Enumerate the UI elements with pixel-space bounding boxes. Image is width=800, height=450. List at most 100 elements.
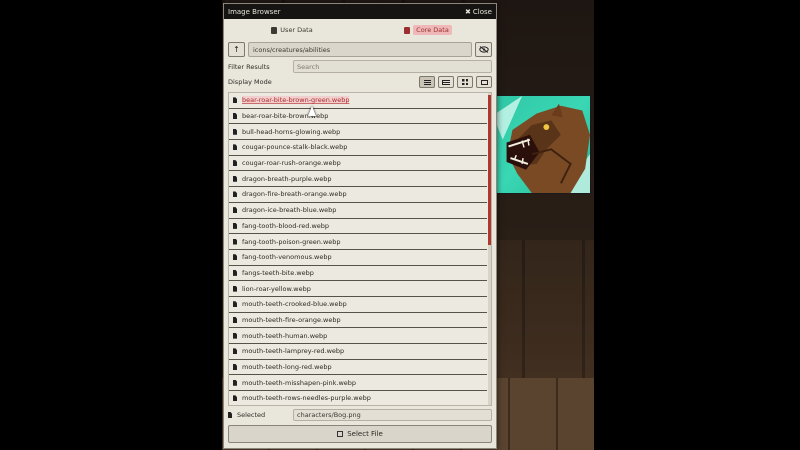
eye-slash-icon [478,46,489,53]
file-list-item[interactable]: fang-tooth-poison-green.webp [229,234,487,250]
file-icon [233,222,237,229]
file-list-item[interactable]: mouth-teeth-fire-orange.webp [229,313,487,329]
file-name: cougar-pounce-stalk-black.webp [242,143,348,152]
display-mode-lines-button[interactable] [419,76,435,88]
selected-row: Selected characters/Bog.png [228,409,492,421]
selected-label: Selected [237,411,266,419]
file-list[interactable]: bear-roar-bite-brown-green.webp bear-roar… [228,92,492,406]
file-list-item[interactable]: bear-roar-bite-brown.webp [229,109,487,125]
database-icon [271,26,278,34]
file-list-item[interactable]: bear-roar-bite-brown-green.webp [229,93,487,109]
save-icon [337,431,344,437]
display-mode-buttons [419,76,492,88]
file-name: mouth-teeth-misshapen-pink.webp [242,378,357,387]
file-name: fang-tooth-blood-red.webp [242,221,330,230]
lines-icon [423,79,431,85]
display-mode-list-button[interactable] [438,76,454,88]
file-name: mouth-teeth-human.webp [242,331,328,340]
image-preview [492,95,591,194]
file-list-item[interactable]: fangs-teeth-bite.webp [229,266,487,282]
file-list-item[interactable]: mouth-teeth-long-red.webp [229,360,487,376]
image-icon [480,79,488,85]
dialog-title: Image Browser [228,7,281,16]
file-list-item[interactable]: dragon-breath-purple.webp [229,171,487,188]
close-icon: ✖ [465,7,471,16]
file-name: mouth-teeth-crooked-blue.webp [242,300,347,309]
navigate-up-button[interactable]: ↑ [228,42,245,57]
path-row: ↑ icons/creatures/abilities [228,42,492,57]
file-list-item[interactable]: dragon-ice-breath-blue.webp [229,203,487,219]
selected-value: characters/Bog.png [293,409,492,421]
file-name: mouth-teeth-lamprey-red.webp [242,347,345,356]
bear-roar-preview-image [493,96,590,193]
dialog-titlebar: Image Browser ✖ Close [224,4,496,19]
file-list-item[interactable]: cougar-roar-rush-orange.webp [229,156,487,172]
file-icon [233,113,237,120]
file-name: fang-tooth-venomous.webp [242,253,332,262]
display-mode-label: Display Mode [228,78,272,86]
select-file-button[interactable]: Select File [228,425,492,443]
file-name: mouth-teeth-long-red.webp [242,363,332,372]
scrollbar-thumb[interactable] [488,95,491,245]
close-button[interactable]: ✖ Close [465,8,492,16]
file-icon [233,285,237,292]
file-icon [233,144,237,151]
file-icon [233,395,237,402]
file-icon [233,191,237,198]
search-input[interactable]: Search [293,60,492,73]
file-list-item[interactable]: mouth-teeth-misshapen-pink.webp [229,375,487,392]
file-list-item[interactable]: fang-tooth-blood-red.webp [229,219,487,235]
file-icon [233,160,237,167]
file-list-item[interactable]: fang-tooth-venomous.webp [229,250,487,266]
file-name: fang-tooth-poison-green.webp [242,237,341,246]
data-source-tabs: User Data Core Data [224,23,496,37]
file-name: cougar-roar-rush-orange.webp [242,159,341,168]
file-icon [233,238,237,245]
select-file-label: Select File [347,430,383,438]
file-name: bull-head-horns-glowing.webp [242,127,341,136]
close-label: Close [472,7,492,16]
file-list-item[interactable]: dragon-fire-breath-orange.webp [229,187,487,203]
tab-core-data[interactable]: Core Data [360,23,496,37]
filter-label: Filter Results [228,62,270,71]
database-icon [404,26,411,34]
file-icon [233,301,237,308]
file-list-item[interactable]: mouth-teeth-rows-needles-purple.webp [229,391,487,405]
path-input[interactable]: icons/creatures/abilities [248,42,472,57]
file-name: bear-roar-bite-brown-green.webp [242,96,350,105]
mouse-cursor [308,106,316,116]
file-icon [233,207,237,214]
scrollbar-track[interactable] [488,93,491,405]
tiles-icon [462,79,468,85]
file-list-item[interactable]: mouth-teeth-human.webp [229,328,487,344]
file-icon [233,128,237,135]
file-name: lion-roar-yellow.webp [242,284,311,293]
file-icon [233,348,237,355]
tab-label: User Data [280,26,313,34]
file-list-item[interactable]: mouth-teeth-crooked-blue.webp [229,297,487,313]
list-icon [442,79,450,85]
file-list-item[interactable]: mouth-teeth-lamprey-red.webp [229,344,487,360]
file-icon [233,97,237,104]
file-list-item[interactable]: lion-roar-yellow.webp [229,281,487,297]
file-name: dragon-ice-breath-blue.webp [242,206,337,215]
arrow-up-icon: ↑ [233,45,240,54]
file-icon [233,269,237,276]
file-name: dragon-fire-breath-orange.webp [242,190,347,199]
file-icon [233,332,237,339]
display-mode-tiles-button[interactable] [457,76,473,88]
toggle-visibility-button[interactable] [475,42,492,57]
tab-user-data[interactable]: User Data [224,23,360,37]
file-name: mouth-teeth-rows-needles-purple.webp [242,394,371,403]
display-mode-images-button[interactable] [476,76,492,88]
file-icon [233,364,237,371]
file-name: fangs-teeth-bite.webp [242,268,314,277]
file-icon [233,254,237,261]
file-icon [233,175,237,182]
image-browser-dialog: Image Browser ✖ Close User Data Core Dat… [223,3,497,449]
file-icon [233,316,237,323]
display-mode-row: Display Mode [228,75,492,89]
tab-label: Core Data [413,25,452,35]
file-list-item[interactable]: bull-head-horns-glowing.webp [229,124,487,141]
file-list-item[interactable]: cougar-pounce-stalk-black.webp [229,140,487,156]
